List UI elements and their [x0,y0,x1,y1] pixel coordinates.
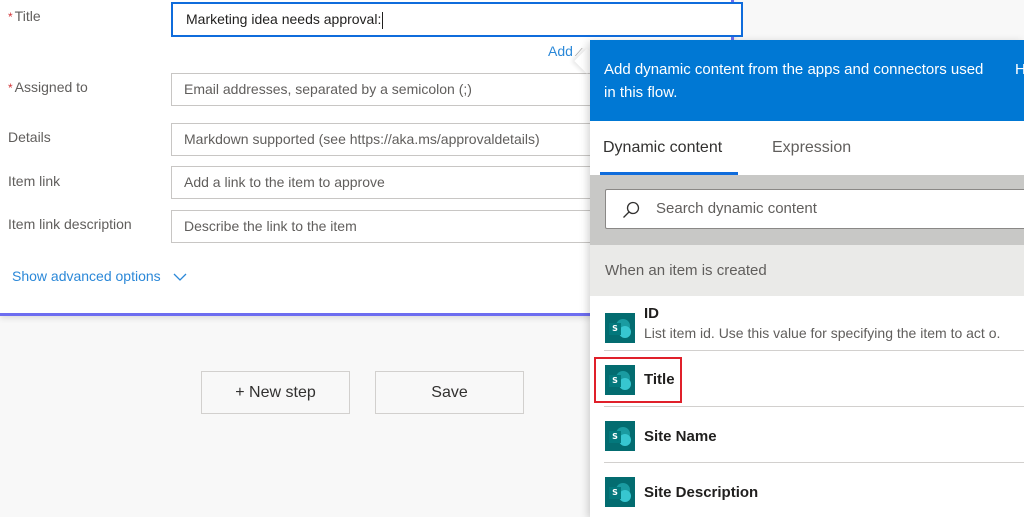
dynamic-item-site-name[interactable]: S Site Name [604,406,1024,462]
item-title: Site Name [644,428,717,445]
dynamic-item-site-description[interactable]: S Site Description [604,462,1024,517]
section-header-when-item-created: When an item is created [590,245,1024,296]
show-advanced-options-link[interactable]: Show advanced options [12,268,187,284]
text-cursor [382,11,384,29]
dynamic-item-id[interactable]: S ID List item id. Use this value for sp… [604,296,1024,352]
item-description: List item id. Use this value for specify… [644,325,1001,341]
title-label: * Title [8,8,41,24]
item-title: ID [644,305,659,322]
sharepoint-icon: S [605,421,635,451]
panel-tabs: Dynamic content Expression [590,121,1024,175]
item-link-description-label: Item link description [8,216,132,232]
search-dynamic-content-input[interactable]: Search dynamic content [605,189,1024,229]
search-area: Search dynamic content [590,175,1024,245]
search-icon [623,201,640,218]
panel-header-message: Add dynamic content from the apps and co… [604,61,984,101]
title-highlight-box [594,357,682,403]
title-input[interactable]: Marketing idea needs approval: [171,2,743,37]
sharepoint-icon: S [605,477,635,507]
new-step-button[interactable]: + New step [201,371,350,414]
save-button[interactable]: Save [375,371,524,414]
hide-link[interactable]: H [1015,58,1024,81]
chevron-down-icon [173,273,187,282]
item-title: Site Description [644,484,759,501]
sharepoint-icon: S [605,313,635,343]
dynamic-content-panel: Add dynamic content from the apps and co… [590,40,1024,517]
panel-header: Add dynamic content from the apps and co… [590,40,1024,121]
item-link-label: Item link [8,173,61,189]
assigned-to-label: * Assigned to [8,79,88,95]
required-marker: * [8,10,13,24]
tab-expression[interactable]: Expression [772,139,851,157]
tab-dynamic-content[interactable]: Dynamic content [603,139,722,157]
details-label: Details [8,129,51,145]
